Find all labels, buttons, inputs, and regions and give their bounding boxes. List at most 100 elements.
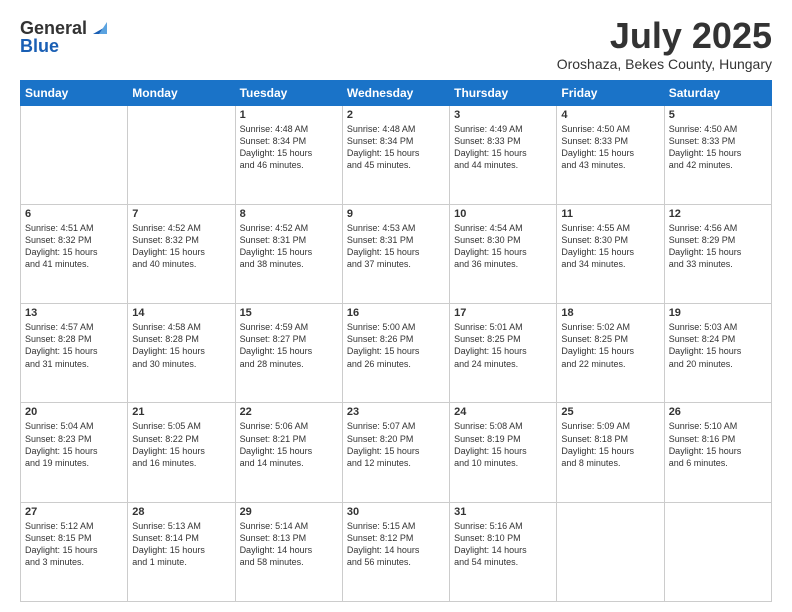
weekday-header-friday: Friday	[557, 80, 664, 105]
day-info: Sunrise: 5:02 AM Sunset: 8:25 PM Dayligh…	[561, 321, 659, 370]
day-info: Sunrise: 5:00 AM Sunset: 8:26 PM Dayligh…	[347, 321, 445, 370]
day-number: 7	[132, 208, 230, 220]
calendar-cell: 20 Sunrise: 5:04 AM Sunset: 8:23 PM Dayli…	[21, 403, 128, 502]
day-number: 3	[454, 109, 552, 121]
calendar-cell: 16 Sunrise: 5:00 AM Sunset: 8:26 PM Dayli…	[342, 304, 449, 403]
day-number: 22	[240, 406, 338, 418]
logo-blue-text: Blue	[20, 36, 111, 57]
day-number: 5	[669, 109, 767, 121]
day-number: 24	[454, 406, 552, 418]
calendar-table: SundayMondayTuesdayWednesdayThursdayFrid…	[20, 80, 772, 602]
day-number: 18	[561, 307, 659, 319]
logo-icon	[89, 16, 111, 38]
calendar-cell: 7 Sunrise: 4:52 AM Sunset: 8:32 PM Daylig…	[128, 204, 235, 303]
month-title: July 2025	[557, 16, 772, 56]
title-block: July 2025 Oroshaza, Bekes County, Hungar…	[557, 16, 772, 72]
weekday-header-monday: Monday	[128, 80, 235, 105]
day-number: 9	[347, 208, 445, 220]
day-number: 31	[454, 506, 552, 518]
weekday-header-row: SundayMondayTuesdayWednesdayThursdayFrid…	[21, 80, 772, 105]
day-info: Sunrise: 4:52 AM Sunset: 8:31 PM Dayligh…	[240, 222, 338, 271]
day-number: 14	[132, 307, 230, 319]
calendar-cell: 23Sunrise: 5:07 AM Sunset: 8:20 PM Dayli…	[342, 403, 449, 502]
day-info: Sunrise: 4:58 AM Sunset: 8:28 PM Dayligh…	[132, 321, 230, 370]
calendar-cell: 17 Sunrise: 5:01 AM Sunset: 8:25 PM Dayli…	[450, 304, 557, 403]
calendar-cell: 8 Sunrise: 4:52 AM Sunset: 8:31 PM Daylig…	[235, 204, 342, 303]
day-number: 17	[454, 307, 552, 319]
day-number: 21	[132, 406, 230, 418]
day-info: Sunrise: 4:55 AM Sunset: 8:30 PM Dayligh…	[561, 222, 659, 271]
page: General Blue July 2025 Oroshaza, Bekes C…	[0, 0, 792, 612]
day-info: Sunrise: 4:48 AM Sunset: 8:34 PM Dayligh…	[240, 123, 338, 172]
calendar-cell: 18 Sunrise: 5:02 AM Sunset: 8:25 PM Dayli…	[557, 304, 664, 403]
calendar-cell: 13Sunrise: 4:57 AM Sunset: 8:28 PM Dayli…	[21, 304, 128, 403]
calendar-cell: 6 Sunrise: 4:51 AM Sunset: 8:32 PM Daylig…	[21, 204, 128, 303]
calendar-week-3: 13Sunrise: 4:57 AM Sunset: 8:28 PM Dayli…	[21, 304, 772, 403]
calendar-cell: 2 Sunrise: 4:48 AM Sunset: 8:34 PM Daylig…	[342, 105, 449, 204]
calendar-cell: 9 Sunrise: 4:53 AM Sunset: 8:31 PM Daylig…	[342, 204, 449, 303]
day-info: Sunrise: 5:16 AM Sunset: 8:10 PM Dayligh…	[454, 520, 552, 569]
calendar-cell: 10 Sunrise: 4:54 AM Sunset: 8:30 PM Dayli…	[450, 204, 557, 303]
day-info: Sunrise: 5:10 AM Sunset: 8:16 PM Dayligh…	[669, 420, 767, 469]
day-info: Sunrise: 5:15 AM Sunset: 8:12 PM Dayligh…	[347, 520, 445, 569]
day-info: Sunrise: 5:01 AM Sunset: 8:25 PM Dayligh…	[454, 321, 552, 370]
day-number: 12	[669, 208, 767, 220]
day-info: Sunrise: 4:48 AM Sunset: 8:34 PM Dayligh…	[347, 123, 445, 172]
calendar-cell: 5 Sunrise: 4:50 AM Sunset: 8:33 PM Daylig…	[664, 105, 771, 204]
day-number: 30	[347, 506, 445, 518]
day-info: Sunrise: 4:56 AM Sunset: 8:29 PM Dayligh…	[669, 222, 767, 271]
calendar-cell	[128, 105, 235, 204]
day-info: Sunrise: 4:50 AM Sunset: 8:33 PM Dayligh…	[561, 123, 659, 172]
calendar-cell: 27Sunrise: 5:12 AM Sunset: 8:15 PM Dayli…	[21, 502, 128, 601]
calendar-cell: 21 Sunrise: 5:05 AM Sunset: 8:22 PM Dayli…	[128, 403, 235, 502]
calendar-cell: 1 Sunrise: 4:48 AM Sunset: 8:34 PM Daylig…	[235, 105, 342, 204]
day-info: Sunrise: 4:59 AM Sunset: 8:27 PM Dayligh…	[240, 321, 338, 370]
calendar-week-2: 6 Sunrise: 4:51 AM Sunset: 8:32 PM Daylig…	[21, 204, 772, 303]
day-number: 10	[454, 208, 552, 220]
calendar-cell: 11 Sunrise: 4:55 AM Sunset: 8:30 PM Dayli…	[557, 204, 664, 303]
day-info: Sunrise: 5:08 AM Sunset: 8:19 PM Dayligh…	[454, 420, 552, 469]
day-info: Sunrise: 5:05 AM Sunset: 8:22 PM Dayligh…	[132, 420, 230, 469]
day-number: 4	[561, 109, 659, 121]
day-number: 8	[240, 208, 338, 220]
calendar-cell: 14 Sunrise: 4:58 AM Sunset: 8:28 PM Dayli…	[128, 304, 235, 403]
day-info: Sunrise: 4:53 AM Sunset: 8:31 PM Dayligh…	[347, 222, 445, 271]
day-info: Sunrise: 4:54 AM Sunset: 8:30 PM Dayligh…	[454, 222, 552, 271]
day-number: 16	[347, 307, 445, 319]
day-info: Sunrise: 4:50 AM Sunset: 8:33 PM Dayligh…	[669, 123, 767, 172]
day-info: Sunrise: 4:49 AM Sunset: 8:33 PM Dayligh…	[454, 123, 552, 172]
day-info: Sunrise: 5:14 AM Sunset: 8:13 PM Dayligh…	[240, 520, 338, 569]
calendar-cell: 25 Sunrise: 5:09 AM Sunset: 8:18 PM Dayli…	[557, 403, 664, 502]
calendar-cell: 12 Sunrise: 4:56 AM Sunset: 8:29 PM Dayli…	[664, 204, 771, 303]
day-info: Sunrise: 5:04 AM Sunset: 8:23 PM Dayligh…	[25, 420, 123, 469]
day-number: 25	[561, 406, 659, 418]
logo: General Blue	[20, 16, 111, 57]
weekday-header-tuesday: Tuesday	[235, 80, 342, 105]
calendar-cell: 31 Sunrise: 5:16 AM Sunset: 8:10 PM Dayli…	[450, 502, 557, 601]
day-number: 2	[347, 109, 445, 121]
day-info: Sunrise: 5:13 AM Sunset: 8:14 PM Dayligh…	[132, 520, 230, 569]
weekday-header-sunday: Sunday	[21, 80, 128, 105]
day-number: 6	[25, 208, 123, 220]
calendar-cell: 24 Sunrise: 5:08 AM Sunset: 8:19 PM Dayli…	[450, 403, 557, 502]
day-number: 20	[25, 406, 123, 418]
weekday-header-thursday: Thursday	[450, 80, 557, 105]
day-number: 1	[240, 109, 338, 121]
day-number: 23	[347, 406, 445, 418]
calendar-cell	[21, 105, 128, 204]
day-info: Sunrise: 5:09 AM Sunset: 8:18 PM Dayligh…	[561, 420, 659, 469]
calendar-cell: 19Sunrise: 5:03 AM Sunset: 8:24 PM Dayli…	[664, 304, 771, 403]
day-info: Sunrise: 4:52 AM Sunset: 8:32 PM Dayligh…	[132, 222, 230, 271]
calendar-cell: 15Sunrise: 4:59 AM Sunset: 8:27 PM Dayli…	[235, 304, 342, 403]
calendar-cell: 4 Sunrise: 4:50 AM Sunset: 8:33 PM Daylig…	[557, 105, 664, 204]
day-number: 11	[561, 208, 659, 220]
day-info: Sunrise: 4:57 AM Sunset: 8:28 PM Dayligh…	[25, 321, 123, 370]
calendar-cell: 22 Sunrise: 5:06 AM Sunset: 8:21 PM Dayli…	[235, 403, 342, 502]
calendar-cell: 26Sunrise: 5:10 AM Sunset: 8:16 PM Dayli…	[664, 403, 771, 502]
day-info: Sunrise: 5:12 AM Sunset: 8:15 PM Dayligh…	[25, 520, 123, 569]
day-info: Sunrise: 4:51 AM Sunset: 8:32 PM Dayligh…	[25, 222, 123, 271]
calendar-cell: 29Sunrise: 5:14 AM Sunset: 8:13 PM Dayli…	[235, 502, 342, 601]
header: General Blue July 2025 Oroshaza, Bekes C…	[20, 16, 772, 72]
weekday-header-saturday: Saturday	[664, 80, 771, 105]
day-info: Sunrise: 5:06 AM Sunset: 8:21 PM Dayligh…	[240, 420, 338, 469]
